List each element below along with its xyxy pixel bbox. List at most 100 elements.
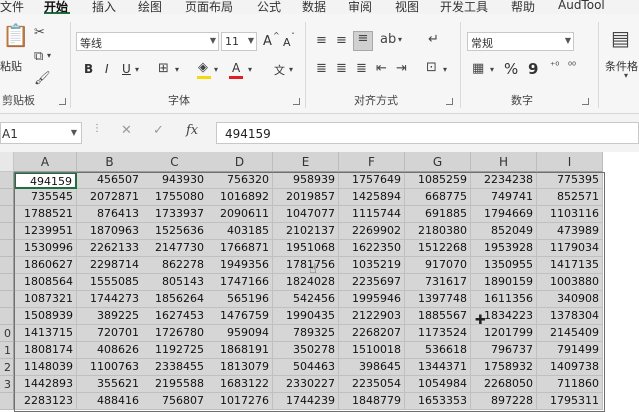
- table-cell[interactable]: 1350955: [471, 257, 537, 274]
- merge-center-icon[interactable]: ⊡: [426, 61, 437, 74]
- align-left-icon[interactable]: ≣: [316, 62, 327, 75]
- table-cell[interactable]: 1744273: [77, 291, 143, 308]
- table-cell[interactable]: 398645: [339, 359, 405, 376]
- table-cell[interactable]: 1755080: [142, 189, 208, 206]
- menu-tab-4[interactable]: 页面布局: [185, 0, 233, 15]
- font-size-combo[interactable]: 11 ▼: [221, 32, 257, 51]
- table-cell[interactable]: 2234238: [471, 172, 537, 189]
- menu-tab-8[interactable]: 视图: [395, 0, 419, 15]
- table-cell[interactable]: 2298714: [77, 257, 143, 274]
- formula-input[interactable]: 494159: [216, 122, 639, 144]
- increase-font-button[interactable]: A: [263, 34, 272, 49]
- table-cell[interactable]: 1995946: [339, 291, 405, 308]
- table-cell[interactable]: 2102137: [273, 223, 339, 240]
- table-cell[interactable]: 731617: [405, 274, 471, 291]
- table-cell[interactable]: 1868191: [207, 342, 273, 359]
- align-middle-icon[interactable]: ≡: [336, 34, 347, 47]
- table-cell[interactable]: 756320: [207, 172, 273, 189]
- fill-dropdown-icon[interactable]: ▾: [214, 66, 218, 74]
- cancel-icon[interactable]: ✕: [121, 123, 132, 143]
- table-cell[interactable]: 2122903: [339, 308, 405, 325]
- column-header[interactable]: C: [142, 152, 208, 172]
- table-cell[interactable]: 775395: [537, 172, 603, 189]
- menu-tab-6[interactable]: 数据: [302, 0, 326, 15]
- font-launcher-icon[interactable]: [293, 98, 300, 105]
- table-cell[interactable]: 1788521: [14, 206, 77, 223]
- table-cell[interactable]: 1003880: [537, 274, 603, 291]
- comma-style-button[interactable]: 9: [528, 60, 538, 78]
- fill-color-icon[interactable]: ◈: [198, 61, 208, 74]
- table-cell[interactable]: 504463: [273, 359, 339, 376]
- insert-function-button[interactable]: fx: [186, 123, 198, 143]
- table-cell[interactable]: 796737: [471, 342, 537, 359]
- row-header[interactable]: [0, 172, 14, 189]
- underline-button[interactable]: U: [122, 62, 131, 76]
- table-cell[interactable]: 1885567: [405, 308, 471, 325]
- table-cell[interactable]: 456507: [77, 172, 143, 189]
- confirm-icon[interactable]: ✓: [153, 123, 164, 143]
- align-top-icon[interactable]: ≡: [316, 34, 327, 47]
- number-launcher-icon[interactable]: [582, 98, 589, 105]
- menu-tab-7[interactable]: 审阅: [348, 0, 372, 15]
- column-header[interactable]: D: [207, 152, 273, 172]
- column-header[interactable]: G: [405, 152, 471, 172]
- align-right-icon[interactable]: ≣: [356, 62, 367, 75]
- table-cell[interactable]: 1990435: [273, 308, 339, 325]
- menu-tab-1[interactable]: 开始: [44, 0, 68, 15]
- table-cell[interactable]: 1951068: [273, 240, 339, 257]
- table-cell[interactable]: 959094: [207, 325, 273, 342]
- table-cell[interactable]: 488416: [77, 393, 143, 410]
- increase-decimal-icon[interactable]: ⁺⁰: [550, 62, 559, 72]
- table-cell[interactable]: 1047077: [273, 206, 339, 223]
- table-cell[interactable]: 2147730: [142, 240, 208, 257]
- table-cell[interactable]: 1860627: [14, 257, 77, 274]
- table-cell[interactable]: 473989: [537, 223, 603, 240]
- row-header[interactable]: 3: [0, 376, 14, 393]
- table-cell[interactable]: 749741: [471, 189, 537, 206]
- table-cell[interactable]: 1179034: [537, 240, 603, 257]
- table-cell[interactable]: 350278: [273, 342, 339, 359]
- chevron-down-icon[interactable]: ▼: [210, 36, 216, 45]
- table-cell[interactable]: 1744239: [273, 393, 339, 410]
- merge-dropdown-icon[interactable]: ▾: [443, 66, 447, 74]
- table-cell[interactable]: 1848779: [339, 393, 405, 410]
- bold-button[interactable]: B: [84, 62, 93, 76]
- table-cell[interactable]: 1442893: [14, 376, 77, 393]
- table-cell[interactable]: 1417135: [537, 257, 603, 274]
- row-header[interactable]: [0, 223, 14, 240]
- table-cell[interactable]: 1409738: [537, 359, 603, 376]
- chevron-down-icon[interactable]: ▼: [248, 36, 254, 45]
- wrap-text-icon[interactable]: ↵: [428, 33, 439, 46]
- table-cell[interactable]: 852571: [537, 189, 603, 206]
- chevron-down-icon[interactable]: ▼: [71, 128, 77, 137]
- name-box[interactable]: A1 ▼: [0, 122, 82, 144]
- row-header[interactable]: [0, 240, 14, 257]
- align-bottom-icon[interactable]: ≡: [353, 31, 373, 51]
- table-cell[interactable]: 1510018: [339, 342, 405, 359]
- table-cell[interactable]: 805143: [142, 274, 208, 291]
- table-cell[interactable]: 1890159: [471, 274, 537, 291]
- copy-icon[interactable]: ⧉: [34, 50, 43, 63]
- border-dropdown-icon[interactable]: ▾: [175, 66, 179, 74]
- table-cell[interactable]: 791499: [537, 342, 603, 359]
- table-cell[interactable]: 1824028: [273, 274, 339, 291]
- table-cell[interactable]: 862278: [142, 257, 208, 274]
- table-cell[interactable]: 1148039: [14, 359, 77, 376]
- cut-icon[interactable]: ✂: [34, 26, 45, 39]
- table-cell[interactable]: 958939: [273, 172, 339, 189]
- table-cell[interactable]: 355621: [77, 376, 143, 393]
- accounting-dropdown-icon[interactable]: ▾: [490, 66, 494, 74]
- spreadsheet-grid[interactable]: A B C D E F G H I 494159 456507 943930 756320 958939 1…: [0, 152, 639, 412]
- row-header[interactable]: [0, 393, 14, 410]
- table-cell[interactable]: 1758932: [471, 359, 537, 376]
- accounting-format-icon[interactable]: ▦: [472, 62, 484, 75]
- column-header[interactable]: H: [471, 152, 537, 172]
- table-cell[interactable]: 1733937: [142, 206, 208, 223]
- table-cell[interactable]: 668775: [405, 189, 471, 206]
- menu-tab-2[interactable]: 插入: [92, 0, 116, 15]
- table-cell[interactable]: 2145409: [537, 325, 603, 342]
- table-cell[interactable]: 1239951: [14, 223, 77, 240]
- table-cell[interactable]: 536618: [405, 342, 471, 359]
- table-cell[interactable]: 1726780: [142, 325, 208, 342]
- table-cell[interactable]: 1747166: [207, 274, 273, 291]
